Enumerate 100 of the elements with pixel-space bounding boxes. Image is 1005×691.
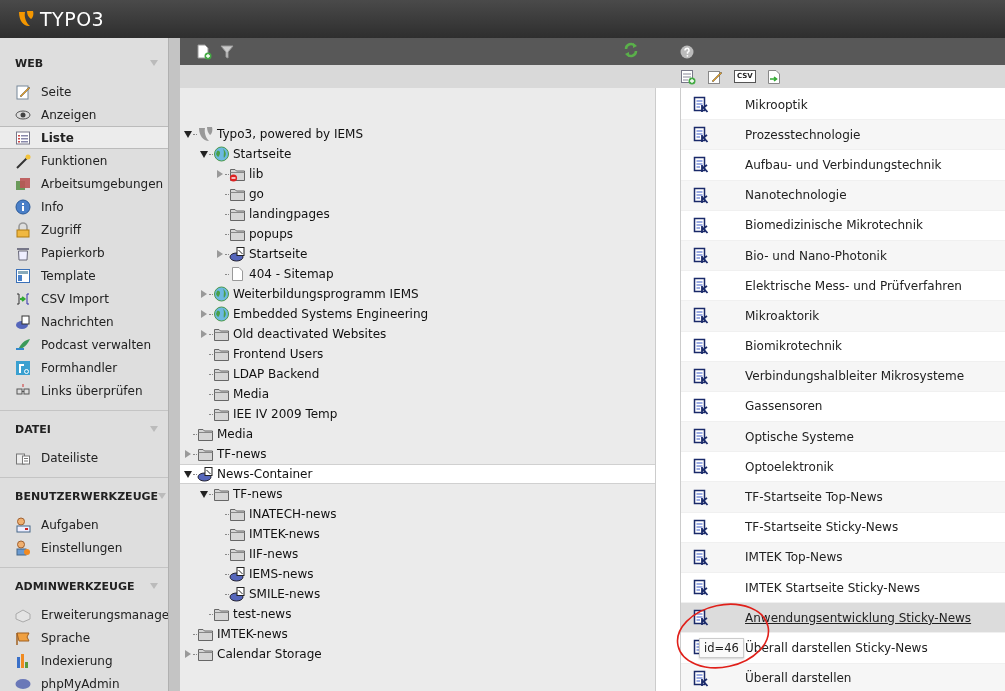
restricted-folder-icon[interactable]	[229, 166, 246, 182]
module-link[interactable]: Links überprüfen	[41, 383, 143, 398]
folder-icon[interactable]	[213, 326, 230, 342]
tree-node-label[interactable]: 404 - Sitemap	[249, 267, 334, 281]
selected-module-item[interactable]: Liste	[0, 126, 168, 149]
record-icon[interactable]	[693, 579, 709, 597]
record-icon[interactable]	[693, 337, 709, 355]
module-link[interactable]: Dateiliste	[41, 450, 99, 465]
expand-toggle[interactable]	[201, 290, 207, 298]
tree-node-label[interactable]: Startseite	[233, 147, 292, 161]
new-page-icon[interactable]	[196, 43, 212, 60]
module-link[interactable]: Erweiterungsmanage	[41, 607, 168, 622]
record-title-link[interactable]: Biomikrotechnik	[745, 339, 843, 354]
record-icon[interactable]	[693, 397, 709, 415]
tree-node-label[interactable]: INATECH-news	[249, 507, 337, 521]
tree-node-label[interactable]: Old deactivated Websites	[233, 327, 387, 341]
group-title[interactable]: BENUTZERWERKZEUGE	[15, 489, 159, 503]
tree-node-label[interactable]: Media	[217, 427, 254, 441]
tree-node-label[interactable]: popups	[249, 227, 294, 241]
folder-icon[interactable]	[229, 206, 246, 222]
folder-icon[interactable]	[197, 626, 214, 642]
record-title-link[interactable]: Elektrische Mess- und Prüfverfahren	[745, 278, 962, 293]
record-title-link[interactable]: Optische Systeme	[745, 429, 854, 444]
tree-node-label[interactable]: Media	[233, 387, 270, 401]
tree-node-label[interactable]: IMTEK-news	[249, 527, 320, 541]
folder-icon[interactable]	[229, 186, 246, 202]
module-link[interactable]: Einstellungen	[41, 540, 123, 555]
folder-icon[interactable]	[213, 406, 230, 422]
record-title-link[interactable]: Mikroaktorik	[745, 308, 820, 323]
record-icon[interactable]	[693, 518, 709, 536]
tree-node-label[interactable]: Calendar Storage	[217, 647, 322, 661]
tree-node-label[interactable]: IEMS-news	[249, 567, 314, 581]
record-title-link[interactable]: Mikrooptik	[745, 97, 808, 112]
tree-node-label[interactable]: IIF-news	[249, 547, 299, 561]
module-link[interactable]: Template	[41, 268, 96, 283]
expand-toggle[interactable]	[201, 330, 207, 338]
folder-icon[interactable]	[213, 606, 230, 622]
module-link[interactable]: Zugriff	[41, 222, 81, 237]
newspaper-icon[interactable]	[229, 246, 246, 262]
edit-icon[interactable]	[707, 68, 723, 85]
module-link[interactable]: Indexierung	[41, 653, 113, 668]
collapse-toggle[interactable]	[184, 130, 192, 138]
module-link[interactable]: Formhandler	[41, 360, 118, 375]
record-title-link[interactable]: TF-Startseite Sticky-News	[745, 520, 899, 535]
tree-node-label[interactable]: landingpages	[249, 207, 330, 221]
refresh-icon[interactable]	[624, 41, 638, 58]
module-link[interactable]: Info	[41, 199, 64, 214]
globe-icon[interactable]	[213, 286, 230, 302]
folder-icon[interactable]	[213, 366, 230, 382]
group-title[interactable]: WEB	[15, 56, 44, 70]
tree-node-label[interactable]: Weiterbildungsprogramm IEMS	[233, 287, 419, 301]
tree-node-label[interactable]: test-news	[233, 607, 292, 621]
tree-node-label[interactable]: SMILE-news	[249, 587, 321, 601]
new-record-icon[interactable]	[680, 68, 696, 85]
record-title-link[interactable]: Überall darstellen	[745, 671, 852, 686]
newspaper-icon[interactable]	[229, 586, 246, 602]
module-link[interactable]: Sprache	[41, 630, 91, 645]
tree-node-label[interactable]: Embedded Systems Engineering	[233, 307, 429, 321]
record-icon[interactable]	[693, 96, 709, 114]
module-link[interactable]: Funktionen	[41, 153, 108, 168]
tree-node-label[interactable]: go	[249, 187, 264, 201]
module-link[interactable]: phpMyAdmin	[41, 676, 120, 691]
tree-node-label[interactable]: Typo3, powered by IEMS	[217, 127, 364, 141]
group-title[interactable]: DATEI	[15, 422, 51, 436]
export-icon[interactable]	[766, 68, 781, 85]
record-icon[interactable]	[693, 216, 709, 234]
module-link[interactable]: Nachrichten	[41, 314, 114, 329]
module-link[interactable]: Liste	[41, 130, 74, 145]
tree-node-label[interactable]: Startseite	[249, 247, 308, 261]
expand-toggle[interactable]	[201, 310, 207, 318]
folder-icon[interactable]	[229, 546, 246, 562]
record-icon[interactable]	[693, 277, 709, 295]
module-link[interactable]: Aufgaben	[41, 517, 99, 532]
scrollbar-track[interactable]	[168, 38, 180, 691]
expand-toggle[interactable]	[217, 170, 223, 178]
record-title-link[interactable]: Optoelektronik	[745, 459, 834, 474]
group-title[interactable]: ADMINWERKZEUGE	[15, 579, 135, 593]
record-title-link[interactable]: Nanotechnologie	[745, 188, 847, 203]
newspaper-icon[interactable]	[197, 466, 214, 482]
record-title-link[interactable]: IMTEK Startseite Sticky-News	[745, 580, 921, 595]
record-title-link[interactable]: Gassensoren	[745, 399, 823, 414]
tree-node-label[interactable]: IEE IV 2009 Temp	[233, 407, 338, 421]
help-icon[interactable]	[680, 44, 694, 59]
record-icon[interactable]	[693, 126, 709, 144]
folder-icon[interactable]	[229, 526, 246, 542]
folder-icon[interactable]	[197, 446, 214, 462]
record-icon[interactable]	[693, 548, 709, 566]
record-icon[interactable]	[693, 669, 709, 687]
folder-icon[interactable]	[213, 386, 230, 402]
module-link[interactable]: Papierkorb	[41, 245, 105, 260]
record-icon[interactable]	[693, 609, 709, 627]
folder-icon[interactable]	[197, 646, 214, 662]
record-title-link[interactable]: Prozesstechnologie	[745, 127, 861, 142]
tree-node-label[interactable]: Frontend Users	[233, 347, 324, 361]
folder-icon[interactable]	[229, 506, 246, 522]
module-link[interactable]: CSV Import	[41, 291, 109, 306]
folder-icon[interactable]	[197, 426, 214, 442]
record-icon[interactable]	[693, 156, 709, 174]
record-title-link[interactable]: Aufbau- und Verbindungstechnik	[745, 157, 942, 172]
folder-icon[interactable]	[213, 346, 230, 362]
